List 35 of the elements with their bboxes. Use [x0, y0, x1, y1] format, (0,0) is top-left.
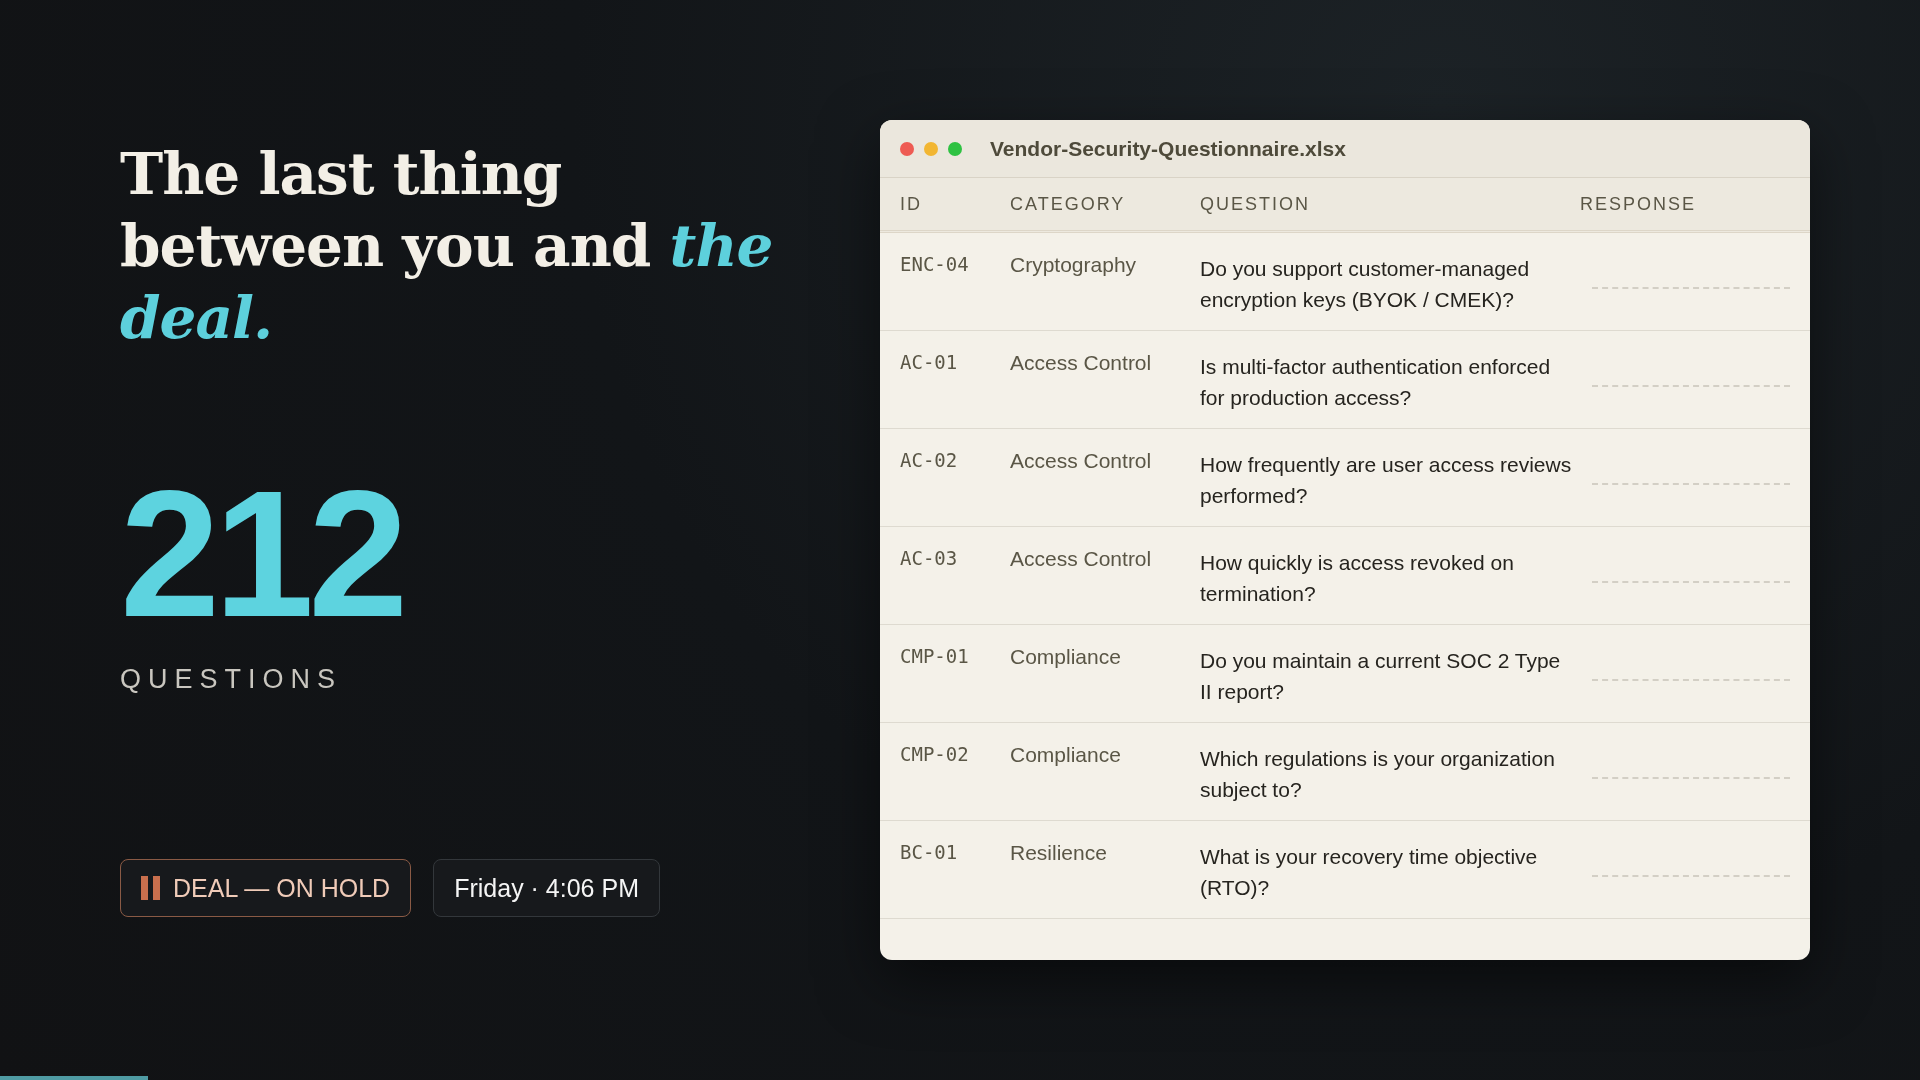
- question-count: 212: [120, 474, 404, 634]
- id-column-header[interactable]: ID: [900, 193, 1010, 215]
- question-cell-text: Do you support customer-managed encryption keys (BYOK / CMEK)?: [1200, 256, 1531, 313]
- id-cell-text: ENC-04: [900, 253, 970, 277]
- id-cell-text: CMP-02: [900, 743, 970, 767]
- id-cell-text: AC-01: [900, 351, 959, 375]
- status-badge: DEAL — ON HOLD: [120, 859, 412, 917]
- id-cell-text: AC-03: [900, 547, 959, 571]
- category-cell-text: Resilience: [1010, 841, 1108, 866]
- question-cell-text: Is multi-factor authentication enforced for production access?: [1200, 354, 1552, 411]
- id-cell-text: BC-01: [900, 841, 959, 865]
- category-column-header[interactable]: CATEGORY: [1010, 193, 1200, 215]
- id-cell-text: AC-02: [900, 449, 959, 473]
- time-badge: Friday · 4:06 PM: [433, 859, 660, 917]
- category-cell-text: Access Control: [1010, 547, 1153, 572]
- category-cell-text: Cryptography: [1010, 253, 1138, 278]
- headline: The last thing between you and the deal.: [120, 139, 774, 354]
- id-cell-text: CMP-01: [900, 645, 970, 669]
- category-cell-text: Compliance: [1010, 645, 1122, 670]
- question-cell-text: Which regulations is your organization subject to?: [1200, 746, 1556, 803]
- question-cell-text: How quickly is access revoked on termination?: [1200, 550, 1515, 607]
- window-title: Vendor-Security-Questionnaire.xlsx: [990, 136, 1346, 161]
- window-control-button[interactable]: [924, 141, 938, 156]
- question-column-header[interactable]: QUESTION: [1200, 193, 1580, 215]
- category-cell-text: Compliance: [1010, 743, 1122, 768]
- question-cell-text: How frequently are user access reviews performed?: [1200, 452, 1573, 509]
- response-column-header[interactable]: RESPONSE: [1580, 193, 1790, 215]
- category-cell-text: Access Control: [1010, 449, 1153, 474]
- question-cell-text: What is your recovery time objective (RTO)?: [1200, 844, 1539, 901]
- question-count-label: QUESTIONS: [120, 664, 344, 695]
- pause-icon: [141, 876, 161, 900]
- category-cell-text: Access Control: [1010, 351, 1153, 376]
- question-cell-text: Do you maintain a current SOC 2 Type II report?: [1200, 648, 1562, 705]
- window-control-button[interactable]: [948, 141, 962, 156]
- window-control-button[interactable]: [900, 141, 914, 156]
